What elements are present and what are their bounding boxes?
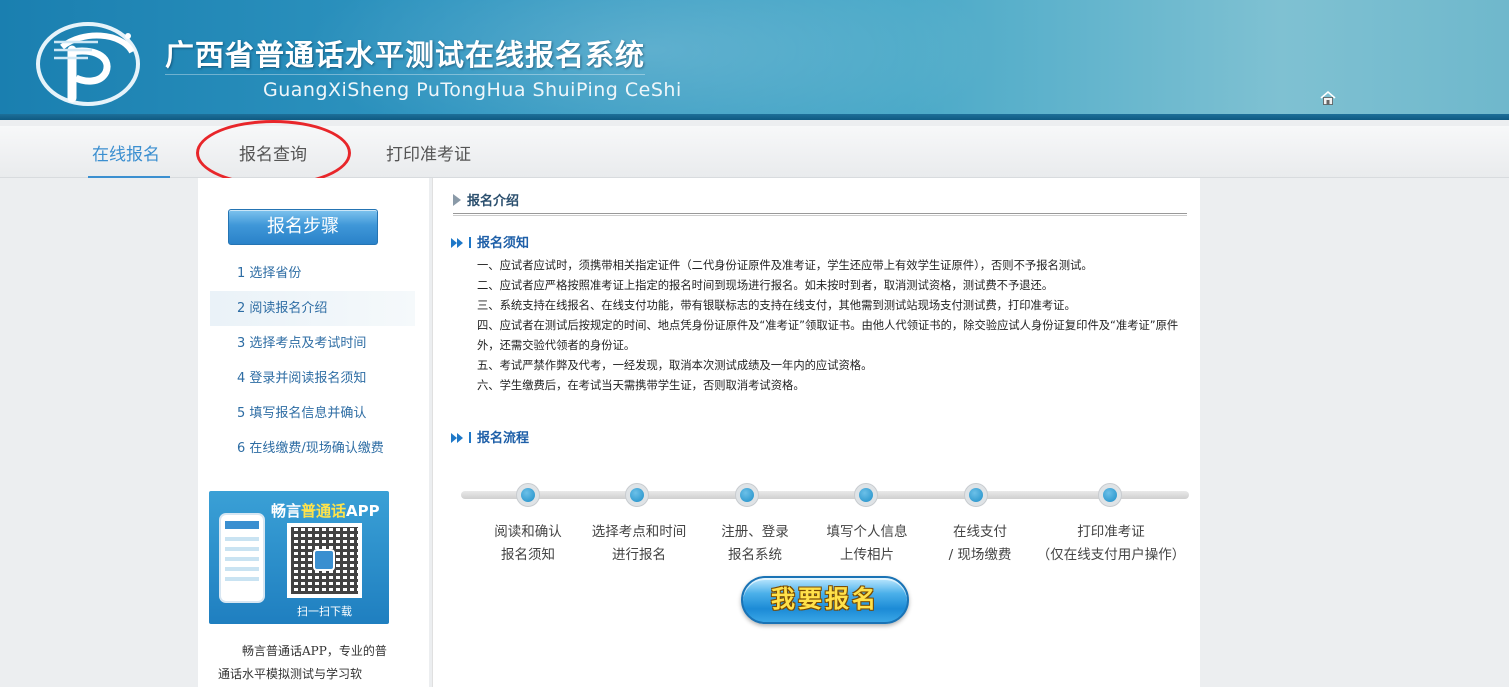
section-title: 报名介绍 — [453, 190, 519, 209]
app-description: 畅言普通话APP，专业的普通话水平模拟测试与学习软 — [218, 644, 387, 681]
process-step-dot — [625, 483, 649, 507]
system-logo — [36, 22, 140, 106]
process-track — [461, 491, 1189, 499]
home-icon[interactable] — [1320, 90, 1336, 106]
process-step-label: 注册、登录 报名系统 — [721, 524, 789, 563]
system-title-pinyin: GuangXiSheng PuTongHua ShuiPing CeShi — [263, 79, 682, 101]
triangle-icon — [453, 194, 461, 206]
step-item[interactable]: 4 登录并阅读报名须知 — [210, 361, 415, 396]
nav-print-admission[interactable]: 打印准考证 — [386, 140, 471, 178]
rule-item: 一、应试者应试时，须携带相关指定证件（二代身份证原件及准考证，学生还应带上有效学… — [477, 259, 1093, 272]
process-step-label: 打印准考证 （仅在线支付用户操作） — [1036, 524, 1186, 563]
steps-title-button[interactable]: 报名步骤 — [228, 209, 378, 245]
app-card-title: 畅言普通话APP — [271, 502, 380, 520]
double-arrow-icon — [451, 433, 465, 443]
section-divider — [453, 213, 1187, 216]
notice-heading: 报名须知 — [451, 232, 529, 251]
rule-item: 四、应试者在测试后按规定的时间、地点凭身份证原件及“准考证”领取证书。由他人代领… — [477, 319, 1179, 352]
nav-signup-query[interactable]: 报名查询 — [239, 140, 307, 178]
process-step-label: 在线支付 / 现场缴费 — [948, 524, 1012, 563]
step-item[interactable]: 3 选择考点及考试时间 — [210, 326, 415, 361]
process-step-label: 填写个人信息 上传相片 — [826, 524, 908, 563]
rule-item: 五、考试严禁作弊及代考，一经发现，取消本次测试成绩及一年内的应试资格。 — [477, 359, 873, 372]
step-item[interactable]: 5 填写报名信息并确认 — [210, 396, 415, 431]
notice-rules: 一、应试者应试时，须携带相关指定证件（二代身份证原件及准考证，学生还应带上有效学… — [477, 256, 1197, 396]
title-divider — [165, 74, 645, 75]
step-item[interactable]: 1 选择省份 — [210, 256, 415, 291]
steps-list: 1 选择省份 2 阅读报名介绍 3 选择考点及考试时间 4 登录并阅读报名须知 … — [210, 256, 415, 466]
nav-online-signup[interactable]: 在线报名 — [88, 140, 170, 178]
process-step-dot — [1098, 483, 1122, 507]
signup-button[interactable]: 我要报名 — [741, 576, 909, 624]
qr-logo-icon — [313, 549, 335, 571]
rule-item: 三、系统支持在线报名、在线支付功能，带有银联标志的支持在线支付，其他需到测试站现… — [477, 299, 1076, 312]
banner-bottom-stripe — [0, 114, 1509, 120]
rule-item: 六、学生缴费后，在考试当天需携带学生证，否则取消考试资格。 — [477, 379, 805, 392]
top-nav: 在线报名 报名查询 打印准考证 — [0, 126, 1509, 178]
double-arrow-icon — [451, 238, 465, 248]
process-step-label: 选择考点和时间 进行报名 — [591, 524, 687, 563]
app-download-card[interactable]: 畅言普通话APP 扫一扫下载 — [209, 491, 389, 624]
phone-illustration — [219, 513, 265, 603]
sidebar: 报名步骤 1 选择省份 2 阅读报名介绍 3 选择考点及考试时间 4 登录并阅读… — [198, 178, 429, 687]
system-title: 广西省普通话水平测试在线报名系统 — [165, 38, 646, 72]
rule-item: 二、应试者应严格按照准考证上指定的报名时间到现场进行报名。如未按时到者，取消测试… — [477, 279, 1054, 292]
process-step-dot — [735, 483, 759, 507]
header-banner: 广西省普通话水平测试在线报名系统 GuangXiSheng PuTongHua … — [0, 0, 1509, 120]
process-step-dot — [854, 483, 878, 507]
step-item[interactable]: 6 在线缴费/现场确认缴费 — [210, 431, 415, 466]
process-step-dot — [964, 483, 988, 507]
main-content: 报名介绍 报名须知 一、应试者应试时，须携带相关指定证件（二代身份证原件及准考证… — [432, 178, 1200, 687]
scan-to-download-label: 扫一扫下载 — [297, 605, 352, 618]
process-heading: 报名流程 — [451, 427, 529, 446]
process-step-dot — [516, 483, 540, 507]
step-item-current[interactable]: 2 阅读报名介绍 — [210, 291, 415, 326]
